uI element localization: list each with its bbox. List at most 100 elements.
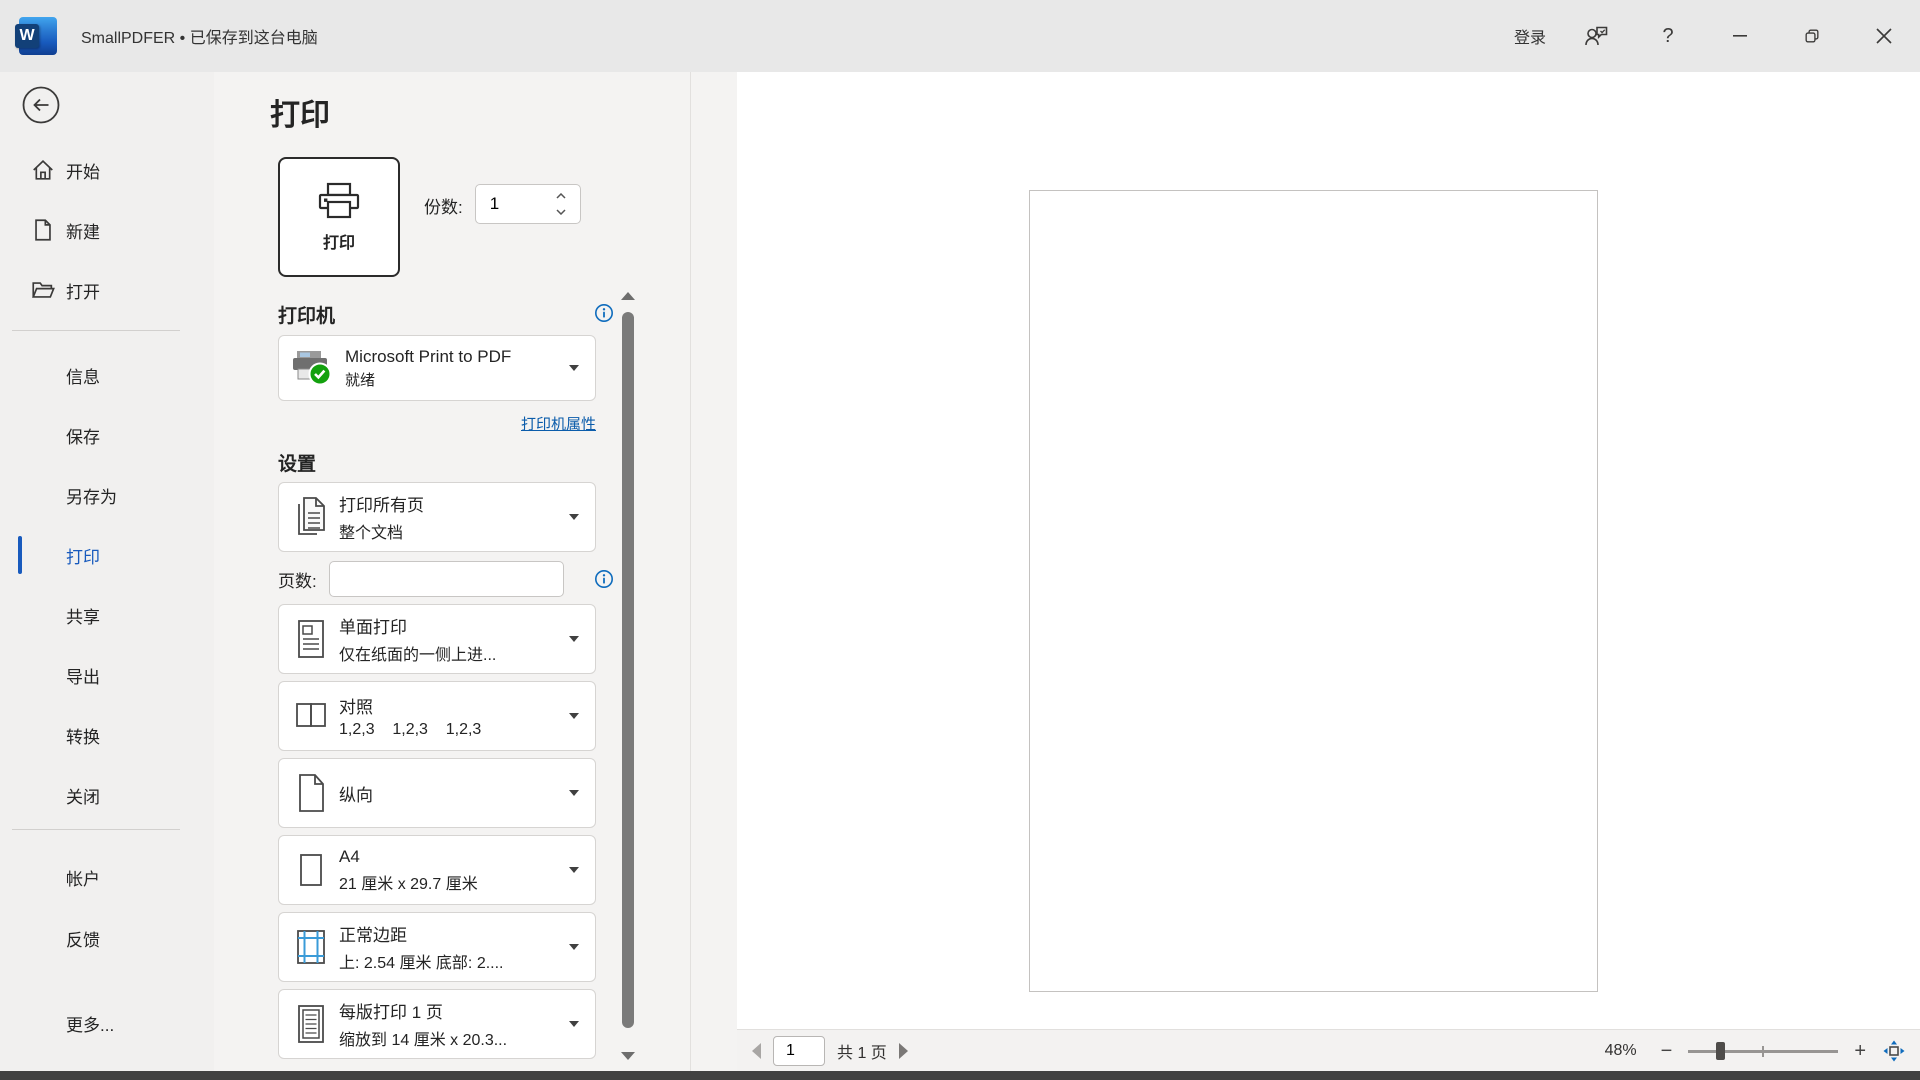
printer-properties-link[interactable]: 打印机属性 (521, 416, 596, 433)
margins-dropdown[interactable]: 正常边距 上: 2.54 厘米 底部: 2.... (278, 912, 596, 982)
chevron-down-icon (569, 713, 579, 719)
sidebar-divider (12, 330, 180, 331)
sidebar-item-more[interactable]: 更多... (0, 999, 214, 1047)
print-button-label: 打印 (323, 229, 355, 253)
sidebar-divider (12, 829, 180, 830)
open-folder-icon (30, 277, 56, 303)
sidebar-item-save-as[interactable]: 另存为 (0, 471, 214, 519)
close-icon (1876, 28, 1892, 44)
chevron-down-icon (569, 636, 579, 642)
minimize-button[interactable] (1704, 0, 1776, 72)
zoom-out-button[interactable]: − (1655, 1039, 1679, 1063)
chevron-down-icon (569, 790, 579, 796)
page-title: 打印 (270, 90, 330, 134)
duplex-dropdown[interactable]: 单面打印 仅在纸面的一侧上进... (278, 604, 596, 674)
pages-info-icon[interactable] (594, 569, 614, 589)
sidebar-item-info[interactable]: 信息 (0, 351, 214, 399)
print-button[interactable]: 打印 (278, 157, 400, 277)
copies-stepper (475, 184, 581, 224)
print-preview-area: 共 1 页 48% − + (737, 72, 1920, 1071)
sidebar-item-print[interactable]: 打印 (0, 531, 214, 579)
page-number-input[interactable] (773, 1036, 825, 1066)
preview-statusbar: 共 1 页 48% − + (737, 1029, 1920, 1071)
copies-decrement-button[interactable] (556, 204, 580, 220)
minimize-icon (1733, 35, 1747, 37)
chevron-down-icon (569, 867, 579, 873)
collated-pages-icon (291, 693, 331, 739)
back-arrow-icon (21, 85, 61, 125)
print-range-dropdown[interactable]: 打印所有页 整个文档 (278, 482, 596, 552)
printer-info-icon[interactable] (594, 303, 614, 323)
printer-ready-icon (289, 346, 335, 390)
home-icon (30, 157, 56, 183)
sidebar-item-account[interactable]: 帐户 (0, 853, 214, 901)
sidebar-item-export[interactable]: 导出 (0, 651, 214, 699)
document-title: SmallPDFER • 已保存到这台电脑 (81, 24, 318, 48)
page-count-label: 共 1 页 (837, 1039, 887, 1063)
scrollbar-up-button[interactable] (618, 290, 638, 302)
printer-name: Microsoft Print to PDF (345, 347, 511, 367)
pages-label: 页数: (278, 567, 317, 592)
word-logo-icon: W (19, 17, 57, 55)
pages-per-sheet-icon (291, 1001, 331, 1047)
backstage-sidebar: 开始 新建 打开 信息 保存 另存为 打印 共享 导出 转换 关 (0, 72, 214, 1071)
panel-divider (690, 72, 691, 1071)
zoom-slider-thumb[interactable] (1716, 1042, 1725, 1060)
feedback-button[interactable] (1560, 0, 1632, 72)
orientation-dropdown[interactable]: 纵向 (278, 758, 596, 828)
margins-icon (291, 924, 331, 970)
printer-dropdown[interactable]: Microsoft Print to PDF 就绪 (278, 335, 596, 401)
settings-section-header: 设置 (278, 449, 596, 475)
fit-to-page-icon (1882, 1039, 1906, 1063)
scrollbar-thumb[interactable] (622, 312, 634, 1028)
copies-input[interactable] (476, 194, 538, 214)
window-bottom-edge (0, 1071, 1920, 1080)
print-all-pages-icon (291, 494, 331, 540)
collation-dropdown[interactable]: 对照 1,2,3 1,2,3 1,2,3 (278, 681, 596, 751)
new-document-icon (30, 217, 56, 243)
scrollbar-down-button[interactable] (618, 1050, 638, 1062)
restore-button[interactable] (1776, 0, 1848, 72)
pages-per-sheet-dropdown[interactable]: 每版打印 1 页 缩放到 14 厘米 x 20.3... (278, 989, 596, 1059)
person-feedback-icon (1583, 23, 1609, 49)
help-icon: ? (1662, 25, 1673, 48)
sidebar-item-new[interactable]: 新建 (0, 206, 214, 254)
restore-icon (1802, 26, 1822, 46)
back-button[interactable] (21, 85, 61, 125)
one-sided-print-icon (291, 616, 331, 662)
sidebar-item-home[interactable]: 开始 (0, 146, 214, 194)
zoom-in-button[interactable]: + (1848, 1039, 1872, 1063)
sidebar-item-save[interactable]: 保存 (0, 411, 214, 459)
printer-status: 就绪 (345, 369, 511, 390)
chevron-down-icon (569, 944, 579, 950)
help-button[interactable]: ? (1632, 0, 1704, 72)
copies-increment-button[interactable] (556, 188, 580, 204)
sidebar-item-feedback[interactable]: 反馈 (0, 914, 214, 962)
close-button[interactable] (1848, 0, 1920, 72)
pages-input[interactable] (329, 561, 564, 597)
previous-page-button[interactable] (745, 1038, 767, 1064)
titlebar: W SmallPDFER • 已保存到这台电脑 登录 ? (0, 0, 1920, 72)
sign-in-button[interactable]: 登录 (1500, 0, 1560, 72)
zoom-slider[interactable] (1688, 1041, 1838, 1061)
chevron-down-icon (569, 365, 579, 371)
sidebar-item-share[interactable]: 共享 (0, 591, 214, 639)
chevron-down-icon (569, 514, 579, 520)
printer-icon (315, 181, 363, 223)
next-page-button[interactable] (893, 1038, 915, 1064)
sidebar-item-open[interactable]: 打开 (0, 266, 214, 314)
zoom-slider-center-tick (1762, 1046, 1764, 1057)
paper-size-icon (291, 847, 331, 893)
paper-size-dropdown[interactable]: A4 21 厘米 x 29.7 厘米 (278, 835, 596, 905)
copies-label: 份数: (424, 193, 463, 218)
sidebar-item-transform[interactable]: 转换 (0, 711, 214, 759)
preview-page (1029, 190, 1598, 992)
sidebar-item-close-doc[interactable]: 关闭 (0, 771, 214, 819)
portrait-page-icon (291, 770, 331, 816)
pages-row: 页数: (278, 561, 596, 597)
fit-to-page-button[interactable] (1882, 1039, 1906, 1063)
print-settings-panel: 打印 打印 份数: (214, 72, 737, 1071)
chevron-down-icon (569, 1021, 579, 1027)
zoom-level-label: 48% (1605, 1042, 1637, 1060)
printer-section-header: 打印机 (278, 301, 596, 327)
